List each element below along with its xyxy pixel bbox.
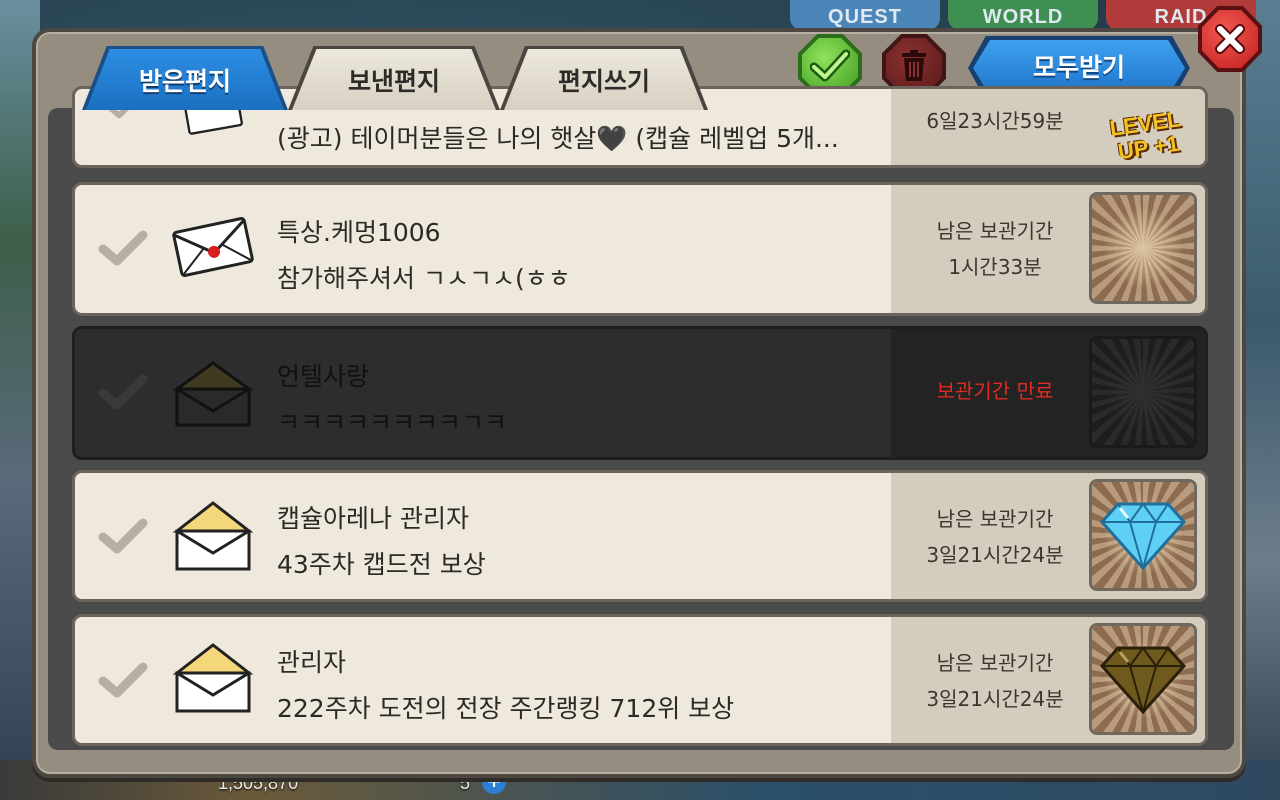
- background-right-scene: [1240, 0, 1280, 800]
- envelope-sealed-icon: [171, 215, 255, 279]
- reward-slot: [1089, 192, 1197, 304]
- mail-sender: 언텔사랑: [277, 362, 370, 391]
- mail-expired-label: 보관기간 만료: [936, 379, 1054, 403]
- envelope-open-icon: [171, 359, 255, 427]
- trash-icon: [902, 50, 926, 81]
- blue-diamond-icon: [1100, 502, 1186, 570]
- bronze-diamond-icon: [1100, 646, 1186, 714]
- mail-message: ㅋㅋㅋㅋㅋㅋㅋㅋㄱㅋ: [277, 408, 508, 437]
- mail-sender: 특상.케멍1006: [277, 218, 441, 247]
- reward-slot-empty: [1089, 336, 1197, 448]
- envelope-open-icon: [171, 499, 255, 571]
- mail-message: (광고) 테이머분들은 나의 햇살🖤 (캡슐 레벨업 5개...: [277, 124, 839, 153]
- tab-received-mail[interactable]: 받은편지: [82, 46, 288, 110]
- mail-row-expired[interactable]: 언텔사랑 ㅋㅋㅋㅋㅋㅋㅋㅋㄱㅋ 보관기간 만료: [72, 326, 1208, 460]
- mail-row[interactable]: 관리자 222주차 도전의 전장 주간랭킹 712위 보상 남은 보관기간 3일…: [72, 614, 1208, 746]
- tab-write-mail[interactable]: 편지쓰기: [500, 46, 708, 110]
- world-tab: WORLD: [948, 0, 1098, 30]
- mail-row[interactable]: 특상.케멍1006 참가해주셔서 ㄱㅅㄱㅅ(ㅎㅎ 남은 보관기간 1시간33분: [72, 182, 1208, 316]
- mail-sender: 관리자: [277, 648, 347, 677]
- tab-label: 보낸편지: [347, 67, 440, 96]
- checkmark-icon: [810, 49, 850, 82]
- row-checkmark-icon[interactable]: [93, 369, 153, 417]
- mail-remaining-time: 6일23시간59분: [926, 109, 1064, 133]
- row-checkmark-icon[interactable]: [93, 657, 153, 705]
- close-icon: [1215, 24, 1245, 54]
- mail-row[interactable]: 캡슐아레나 관리자 43주차 캡드전 보상 남은 보관기간 3일21시간24분: [72, 470, 1208, 602]
- reward-slot: [1089, 623, 1197, 735]
- mail-status-label: 남은 보관기간: [936, 651, 1054, 675]
- reward-slot: [1089, 479, 1197, 591]
- mail-status-label: 남은 보관기간: [936, 507, 1054, 531]
- mail-status-label: 남은 보관기간: [936, 219, 1054, 243]
- background-top-tabs: QUEST WORLD RAID: [790, 0, 1256, 30]
- row-checkmark-icon[interactable]: [93, 225, 153, 273]
- mail-message: 참가해주셔서 ㄱㅅㄱㅅ(ㅎㅎ: [277, 264, 571, 293]
- mail-remaining-time: 3일21시간24분: [926, 687, 1064, 711]
- mail-message: 222주차 도전의 전장 주간랭킹 712위 보상: [277, 694, 735, 723]
- mail-message: 43주차 캡드전 보상: [277, 550, 486, 579]
- envelope-open-icon: [171, 641, 255, 713]
- quest-tab: QUEST: [790, 0, 940, 30]
- mail-remaining-time: 1시간33분: [948, 255, 1042, 279]
- mail-remaining-time: 3일21시간24분: [926, 543, 1064, 567]
- tab-label: 편지쓰기: [557, 67, 650, 96]
- mail-sender: 캡슐아레나 관리자: [277, 504, 469, 533]
- row-checkmark-icon[interactable]: [93, 513, 153, 561]
- tab-sent-mail[interactable]: 보낸편지: [288, 46, 500, 110]
- tab-label: 받은편지: [138, 67, 231, 96]
